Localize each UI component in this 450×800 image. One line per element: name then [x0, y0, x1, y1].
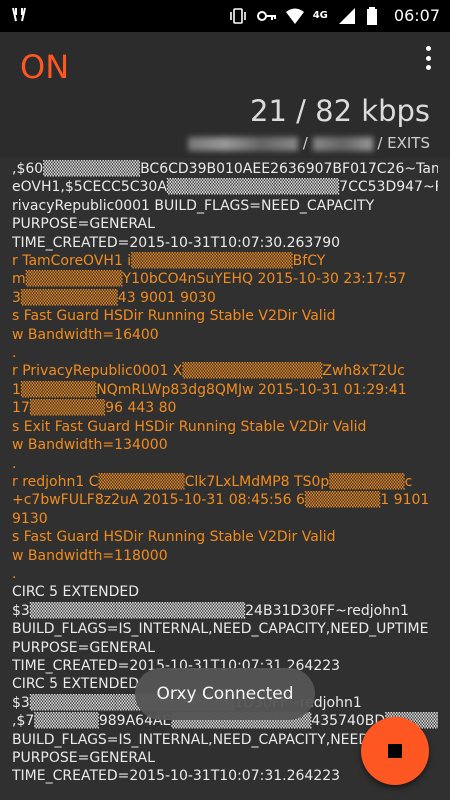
log-line: PURPOSE=GENERAL [12, 639, 155, 656]
bandwidth-readout: 21 / 82 kbps [250, 94, 430, 128]
clock: 06:07 [393, 6, 440, 25]
log-line: s Exit Fast Guard HSDir Running Stable V… [12, 418, 367, 435]
signal-icon [338, 7, 356, 25]
log-line: $3▒▒▒▒▒▒▒▒▒▒▒▒▒▒▒▒▒▒▒▒24B31D30FF~redjohn… [12, 602, 409, 619]
log-line: CIRC 5 EXTENDED [12, 584, 139, 601]
log-line: +c7bwFULF8z2uA 2015-10-31 08:45:56 6▒▒▒▒… [12, 492, 430, 509]
log-line: 17▒▒▒▒▒▒▒96 443 80 [12, 400, 177, 417]
status-bar: 4G 06:07 [0, 0, 450, 32]
log-line: TIME_CREATED=2015-10-31T10:07:30.263790 [12, 234, 341, 251]
log-line: eOVH1,$5CECC5C30A▒▒▒▒▒▒▒▒▒▒▒▒▒▒▒▒7CC53D9… [12, 179, 438, 196]
log-line: w Bandwidth=134000 [12, 437, 168, 454]
log-line: r TamCoreOVH1 i▒▒▒▒▒▒▒▒▒▒▒▒▒▒▒BfCY [12, 253, 326, 270]
log-line: 3▒▒▒▒▒▒▒▒▒43 9001 9030 [12, 289, 216, 306]
log-line: r PrivacyRepublic0001 X▒▒▒▒▒▒▒▒▒▒▒▒▒Zwh8… [12, 363, 405, 380]
log-line: m▒▒▒▒▒▒▒▒▒Y10bCO4nSuYEHQ 2015-10-30 23:1… [12, 271, 407, 288]
log-line: . [12, 565, 17, 582]
redacted-relay-a [187, 136, 298, 151]
battery-icon [366, 6, 384, 25]
log-line: . [12, 455, 17, 472]
log-line: 9130 [12, 510, 48, 527]
stop-icon [388, 744, 402, 758]
log-line: s Fast Guard HSDir Running Stable V2Dir … [12, 529, 336, 546]
app-bar: ON 21 / 82 kbps / / EXITS [0, 32, 450, 158]
overflow-menu-icon[interactable] [424, 46, 432, 70]
relay-suffix: / EXITS [377, 134, 430, 152]
log-line: PURPOSE=GENERAL [12, 216, 155, 233]
tor-state-label: ON [20, 48, 70, 86]
log-line: s Fast Guard HSDir Running Stable V2Dir … [12, 308, 336, 325]
log-line: BUILD_FLAGS=IS_INTERNAL,NEED_CAPACITY,NE… [12, 621, 429, 638]
log-line: 1▒▒▒▒▒▒▒NQmRLWp83dg8QMJw 2015-10-31 01:2… [12, 381, 407, 398]
log-line: . [12, 345, 17, 362]
log-line: w Bandwidth=16400 [12, 326, 159, 343]
wifi-icon [285, 7, 304, 25]
log-line: r redjohn1 C▒▒▒▒▒▒▒▒Clk7LxLMdMP8 TS0p▒▒▒… [12, 473, 413, 490]
log-line: rivacyRepublic0001 BUILD_FLAGS=NEED_CAPA… [12, 197, 375, 214]
relay-info: / / EXITS [187, 134, 430, 152]
stop-button[interactable] [361, 717, 429, 785]
network-type: 4G [312, 10, 328, 21]
notification-icon [12, 7, 26, 27]
key-icon [256, 7, 276, 25]
redacted-relay-b [312, 136, 373, 151]
log-line: w Bandwidth=118000 [12, 547, 168, 564]
toast-message: Orxy Connected [135, 668, 315, 720]
log-line: ,$60▒▒▒▒▒▒▒▒▒BC6CD39B010AEE2636907BF017C… [12, 161, 438, 177]
vibrate-icon [229, 7, 247, 25]
